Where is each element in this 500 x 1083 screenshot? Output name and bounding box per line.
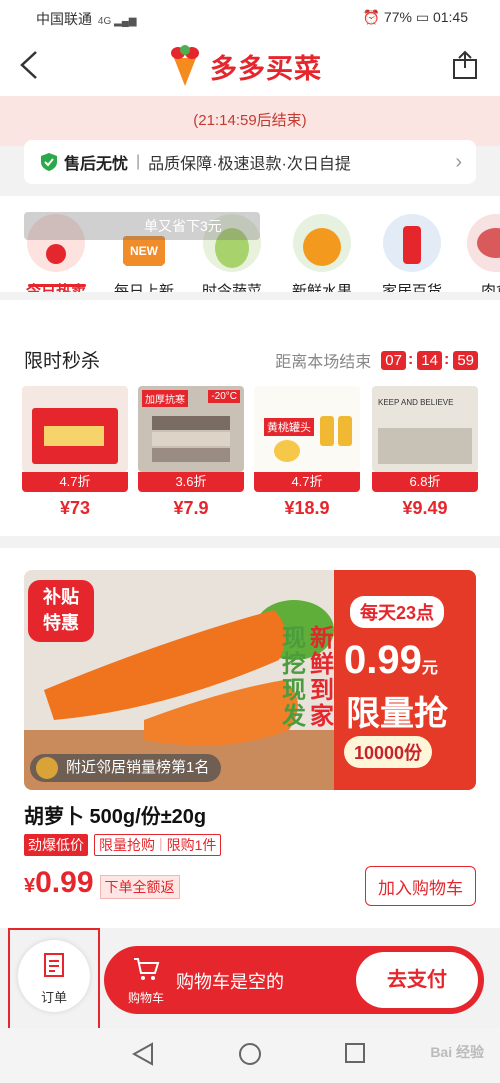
pay-button[interactable]: 去支付 <box>356 952 478 1008</box>
category-label: 每日上新 <box>113 283 174 292</box>
product-price: 0.99 <box>35 866 94 899</box>
logo: 多多买菜 <box>166 42 322 90</box>
timer-minutes: 14 <box>417 350 442 370</box>
battery-percent: 77% <box>383 9 412 25</box>
savings-bubble: 单又省下3元 <box>24 212 260 240</box>
flash-item[interactable]: 黄桃罐头 4.7折 ¥18.9 <box>254 386 360 519</box>
promo-day: 每天23点 <box>350 596 445 628</box>
signal-icon: 4G ▂▄▆ <box>97 16 137 27</box>
vertical-text-fresh-dig: 现挖现发 <box>282 625 306 730</box>
active-category-underline <box>28 284 86 287</box>
rank-text: 附近邻居销量榜第1名 <box>66 759 210 776</box>
order-label: 订单 <box>40 990 67 1005</box>
flash-item[interactable]: 加厚抗寒 -20°C 3.6折 ¥7.9 <box>138 386 244 519</box>
promo-count: 10000份 <box>344 736 433 768</box>
cart-label: 购物车 <box>127 991 164 1005</box>
tag-low-price: 劲爆低价 <box>24 834 88 856</box>
flash-sale-title: 限时秒杀 <box>24 351 101 372</box>
order-button-highlight: 订单 <box>8 928 100 1032</box>
promo-panel: 每天23点 0.99元 限量抢 10000份 <box>334 570 476 790</box>
system-nav-bar: Bai 经验 <box>0 1028 500 1083</box>
orange-icon <box>293 214 351 272</box>
nav-recent-icon[interactable] <box>344 1042 366 1064</box>
category-meat[interactable]: 肉禽 <box>456 214 500 292</box>
cashback-note: 下单全额返 <box>99 875 180 899</box>
cart-icon <box>134 958 160 980</box>
nav-back-icon[interactable] <box>132 1042 154 1066</box>
app-title: 多多买菜 <box>210 53 322 84</box>
flash-sale-timer: 距离本场结束 07 : 14 : 59 <box>275 348 478 372</box>
timer-seconds: 59 <box>453 350 478 370</box>
vertical-text-fresh-home: 新鲜到家 <box>310 625 334 730</box>
cart-bar[interactable]: 购物车 购物车是空的 去支付 <box>104 946 484 1014</box>
spray-bottle-icon <box>383 214 441 272</box>
discount-label: 3.6折 <box>138 472 244 492</box>
countdown-strip: (21:14:59后结束) <box>0 96 500 146</box>
status-right: ⏰ 77% ▭ 01:45 <box>363 9 468 26</box>
flash-price: ¥7.9 <box>173 498 209 518</box>
status-left: 中国联通 4G ▂▄▆ <box>36 9 136 29</box>
product-image: 黄桃罐头 <box>254 386 360 472</box>
product-image: 加厚抗寒 -20°C <box>138 386 244 472</box>
discount-label: 6.8折 <box>372 472 478 492</box>
rank-pill: 附近邻居销量榜第1名 <box>30 754 222 782</box>
add-to-cart-button[interactable]: 加入购物车 <box>365 866 476 906</box>
cart-button[interactable]: 购物车 <box>126 956 166 1006</box>
top-nav: 多多买菜 <box>0 36 500 96</box>
alarm-icon: ⏰ <box>362 9 381 25</box>
discount-label: 4.7折 <box>254 472 360 492</box>
tag-limited: 限量抢购 | 限购1件 <box>94 834 222 856</box>
flash-price: ¥18.9 <box>284 498 330 518</box>
discount-label: 4.7折 <box>22 472 128 492</box>
chevron-right-icon: › <box>455 151 462 173</box>
category-row: 今日热卖 NEW 每日上新 时令蔬菜 新鲜水果 家居百货 肉禽 单又省下3元 <box>0 196 500 292</box>
category-fresh-fruit[interactable]: 新鲜水果 <box>282 214 362 292</box>
flash-item[interactable]: KEEP AND BELIEVE 6.8折 ¥9.49 <box>372 386 478 519</box>
guarantee-title: 售后无忧 <box>64 156 129 173</box>
battery-icon: ▭ <box>415 9 430 25</box>
product-banner: 补贴 特惠 现挖现发 新鲜到家 附近邻居销量榜第1名 每天23点 0.99元 限… <box>24 570 476 790</box>
carrier-text: 中国联通 <box>36 11 92 27</box>
order-list-icon <box>44 953 64 977</box>
watermark: Bai 经验 <box>430 1044 484 1060</box>
flash-sale-section: 限时秒杀 距离本场结束 07 : 14 : 59 4.7折 ¥73 加厚抗寒 -… <box>0 300 500 536</box>
flash-item[interactable]: 4.7折 ¥73 <box>22 386 128 519</box>
timer-hours: 07 <box>381 350 406 370</box>
order-button[interactable]: 订单 <box>18 940 90 1012</box>
category-label: 时令蔬菜 <box>201 283 262 292</box>
price-symbol: ¥ <box>24 875 36 897</box>
bottom-bar: 订单 购物车 购物车是空的 去支付 <box>0 928 500 1032</box>
clock-text: 01:45 <box>432 9 468 25</box>
category-label: 新鲜水果 <box>291 283 352 292</box>
category-label: 家居百货 <box>381 283 442 292</box>
product-card[interactable]: 补贴 特惠 现挖现发 新鲜到家 附近邻居销量榜第1名 每天23点 0.99元 限… <box>0 548 500 928</box>
subsidy-badge: 补贴 特惠 <box>28 580 94 642</box>
promo-limit: 限量抢 <box>346 695 448 733</box>
product-image: KEEP AND BELIEVE <box>372 386 478 472</box>
flash-price: ¥9.49 <box>402 498 448 518</box>
product-name: 胡萝卜 500g/份±20g <box>24 806 207 828</box>
price-row: ¥ 0.99 下单全额返 <box>24 866 180 900</box>
nav-home-icon[interactable] <box>238 1042 262 1066</box>
status-bar: 中国联通 4G ▂▄▆ ⏰ 77% ▭ 01:45 <box>0 0 500 36</box>
share-icon[interactable] <box>452 50 478 80</box>
cart-empty-text: 购物车是空的 <box>176 972 284 992</box>
back-arrow-icon[interactable] <box>18 50 42 80</box>
shield-check-icon <box>41 153 57 171</box>
guarantee-bar[interactable]: 售后无忧 | 品质保障·极速退款·次日自提 › <box>24 140 476 184</box>
guarantee-desc: 品质保障·极速退款·次日自提 <box>148 156 351 173</box>
flash-price: ¥73 <box>59 498 91 518</box>
guarantee-divider: | <box>136 153 141 170</box>
category-household[interactable]: 家居百货 <box>372 214 452 292</box>
rank-chart-icon <box>36 757 58 779</box>
product-tags: 劲爆低价 限量抢购 | 限购1件 <box>24 834 222 856</box>
promo-price: 0.99元 <box>344 638 438 682</box>
product-image <box>22 386 128 472</box>
timer-label: 距离本场结束 <box>275 354 372 371</box>
category-label: 肉禽 <box>480 283 500 292</box>
carrot-logo-icon <box>171 45 199 86</box>
meat-icon <box>467 214 500 272</box>
